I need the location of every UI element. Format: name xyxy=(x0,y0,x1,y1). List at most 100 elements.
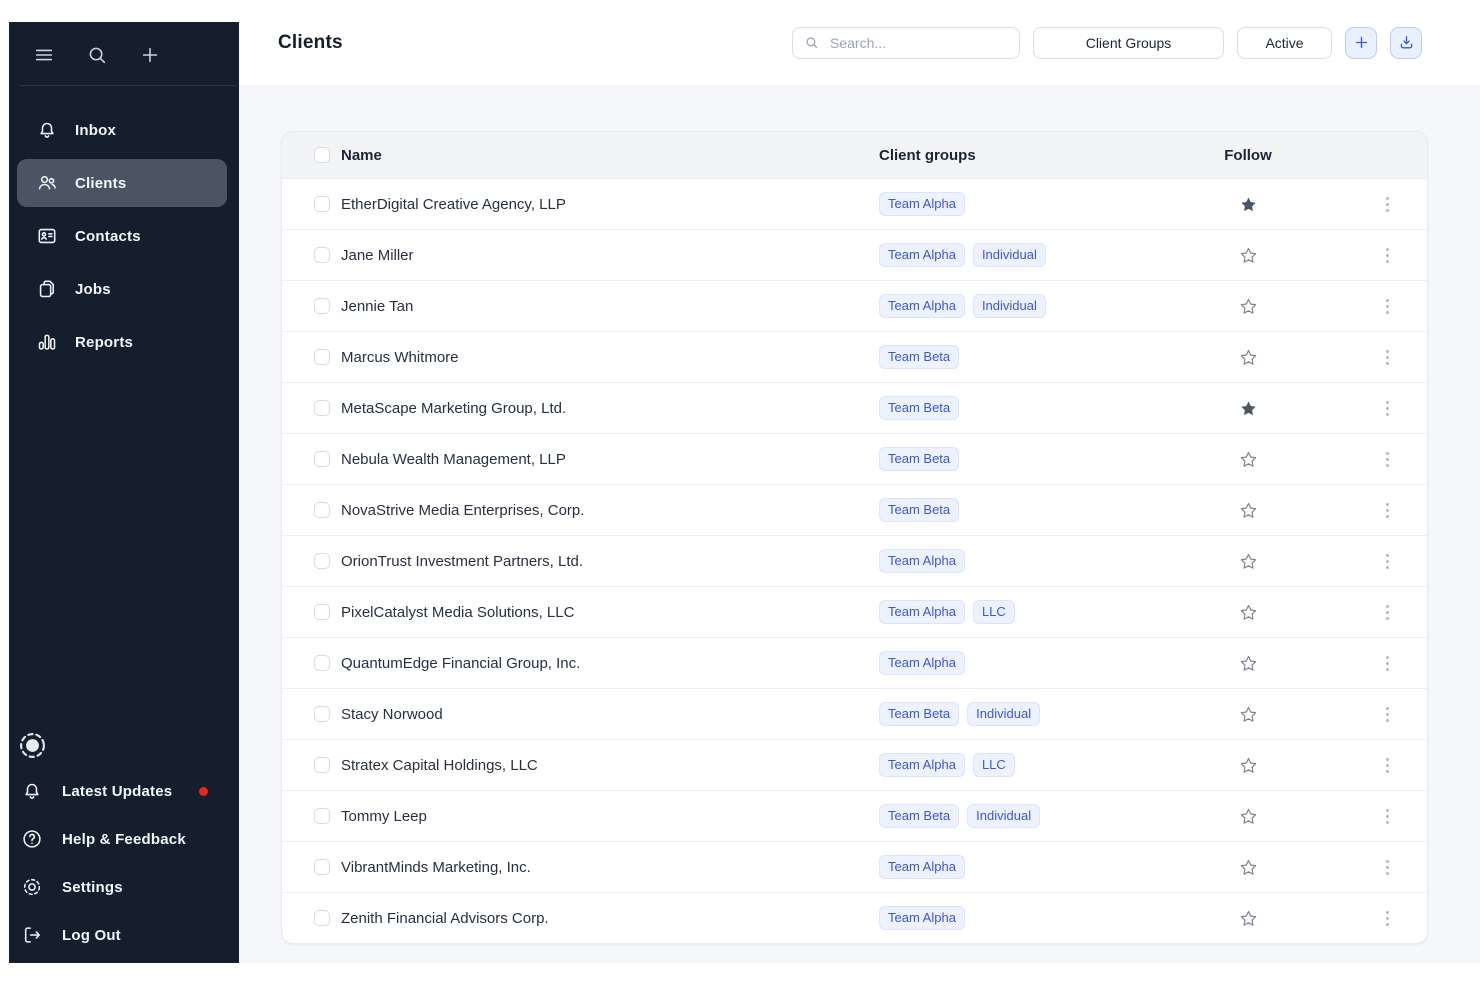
row-menu-button[interactable] xyxy=(1380,396,1395,421)
client-group-tag: Individual xyxy=(973,243,1046,267)
table-row[interactable]: EtherDigital Creative Agency, LLP Team A… xyxy=(282,178,1427,229)
sidebar-item-label: Settings xyxy=(62,879,123,896)
client-name: PixelCatalyst Media Solutions, LLC xyxy=(341,604,879,621)
star-icon xyxy=(1239,603,1258,622)
table-row[interactable]: Nebula Wealth Management, LLP Team Beta xyxy=(282,433,1427,484)
table-row[interactable]: NovaStrive Media Enterprises, Corp. Team… xyxy=(282,484,1427,535)
client-groups: Team Alpha LLC xyxy=(879,753,1133,777)
table-row[interactable]: Tommy Leep Team BetaIndividual xyxy=(282,790,1427,841)
row-checkbox[interactable] xyxy=(314,910,330,926)
table-row[interactable]: QuantumEdge Financial Group, Inc. Team A… xyxy=(282,637,1427,688)
row-menu-button[interactable] xyxy=(1380,651,1395,676)
sidebar-item-jobs[interactable]: Jobs xyxy=(17,265,227,313)
star-icon xyxy=(1239,450,1258,469)
client-group-tag: Team Alpha xyxy=(879,753,965,777)
row-checkbox[interactable] xyxy=(314,757,330,773)
row-menu-button[interactable] xyxy=(1380,243,1395,268)
sidebar-item-inbox[interactable]: Inbox xyxy=(17,106,227,154)
row-menu-button[interactable] xyxy=(1380,549,1395,574)
search-input[interactable] xyxy=(828,34,1008,52)
follow-star-button[interactable] xyxy=(1237,397,1260,420)
logout-icon xyxy=(21,924,43,946)
sidebar-item-log-out[interactable]: Log Out xyxy=(9,911,239,959)
table-row[interactable]: Marcus Whitmore Team Beta xyxy=(282,331,1427,382)
row-menu-button[interactable] xyxy=(1380,498,1395,523)
row-checkbox[interactable] xyxy=(314,349,330,365)
sidebar-item-help-feedback[interactable]: Help & Feedback xyxy=(9,815,239,863)
sidebar-item-clients[interactable]: Clients xyxy=(17,159,227,207)
client-group-tag: Team Beta xyxy=(879,447,959,471)
row-checkbox[interactable] xyxy=(314,655,330,671)
follow-star-button[interactable] xyxy=(1237,193,1260,216)
follow-star-button[interactable] xyxy=(1237,907,1260,930)
client-group-tag: LLC xyxy=(973,753,1015,777)
row-menu-button[interactable] xyxy=(1380,855,1395,880)
row-checkbox[interactable] xyxy=(314,553,330,569)
client-group-tag: Team Alpha xyxy=(879,192,965,216)
sidebar-item-reports[interactable]: Reports xyxy=(17,318,227,366)
follow-star-button[interactable] xyxy=(1237,601,1260,624)
table-row[interactable]: Zenith Financial Advisors Corp. Team Alp… xyxy=(282,892,1427,943)
export-button[interactable] xyxy=(1390,27,1422,59)
top-bar: Clients Client Groups Active xyxy=(239,0,1480,85)
follow-star-button[interactable] xyxy=(1237,805,1260,828)
sidebar-item-settings[interactable]: Settings xyxy=(9,863,239,911)
table-row[interactable]: Stacy Norwood Team BetaIndividual xyxy=(282,688,1427,739)
row-menu-button[interactable] xyxy=(1380,600,1395,625)
follow-star-button[interactable] xyxy=(1237,856,1260,879)
row-menu-button[interactable] xyxy=(1380,345,1395,370)
table-row[interactable]: VibrantMinds Marketing, Inc. Team Alpha xyxy=(282,841,1427,892)
follow-star-button[interactable] xyxy=(1237,703,1260,726)
row-checkbox[interactable] xyxy=(314,808,330,824)
row-checkbox[interactable] xyxy=(314,247,330,263)
sidebar-search-button[interactable] xyxy=(86,44,108,66)
select-all-checkbox[interactable] xyxy=(314,147,330,163)
sidebar-add-button[interactable] xyxy=(139,44,161,66)
row-menu-button[interactable] xyxy=(1380,804,1395,829)
follow-star-button[interactable] xyxy=(1237,295,1260,318)
star-icon xyxy=(1239,399,1258,418)
row-checkbox[interactable] xyxy=(314,502,330,518)
row-checkbox[interactable] xyxy=(314,298,330,314)
row-menu-button[interactable] xyxy=(1380,753,1395,778)
follow-star-button[interactable] xyxy=(1237,550,1260,573)
follow-star-button[interactable] xyxy=(1237,448,1260,471)
table-row[interactable]: MetaScape Marketing Group, Ltd. Team Bet… xyxy=(282,382,1427,433)
follow-star-button[interactable] xyxy=(1237,244,1260,267)
star-icon xyxy=(1239,246,1258,265)
row-menu-button[interactable] xyxy=(1380,192,1395,217)
row-checkbox[interactable] xyxy=(314,604,330,620)
client-groups: Team AlphaIndividual xyxy=(879,243,1133,267)
follow-star-button[interactable] xyxy=(1237,499,1260,522)
client-group-tag: Team Beta xyxy=(879,804,959,828)
status-indicator xyxy=(9,723,239,767)
contacts-icon xyxy=(36,225,58,247)
row-checkbox[interactable] xyxy=(314,451,330,467)
table-row[interactable]: OrionTrust Investment Partners, Ltd. Tea… xyxy=(282,535,1427,586)
row-menu-button[interactable] xyxy=(1380,294,1395,319)
row-menu-button[interactable] xyxy=(1380,447,1395,472)
follow-star-button[interactable] xyxy=(1237,754,1260,777)
client-name: Zenith Financial Advisors Corp. xyxy=(341,910,879,927)
follow-star-button[interactable] xyxy=(1237,652,1260,675)
row-checkbox[interactable] xyxy=(314,706,330,722)
client-groups: Team Alpha xyxy=(879,192,1133,216)
client-groups-button[interactable]: Client Groups xyxy=(1033,27,1224,59)
row-checkbox[interactable] xyxy=(314,400,330,416)
client-groups: Team Beta xyxy=(879,447,1133,471)
active-filter-button[interactable]: Active xyxy=(1237,27,1332,59)
add-client-button[interactable] xyxy=(1345,27,1377,59)
follow-star-button[interactable] xyxy=(1237,346,1260,369)
table-row[interactable]: Stratex Capital Holdings, LLC Team Alpha… xyxy=(282,739,1427,790)
table-row[interactable]: PixelCatalyst Media Solutions, LLC Team … xyxy=(282,586,1427,637)
row-menu-button[interactable] xyxy=(1380,906,1395,931)
sidebar-item-latest-updates[interactable]: Latest Updates xyxy=(9,767,239,815)
client-group-tag: Team Alpha xyxy=(879,549,965,573)
row-checkbox[interactable] xyxy=(314,859,330,875)
menu-button[interactable] xyxy=(33,44,55,66)
table-row[interactable]: Jane Miller Team AlphaIndividual xyxy=(282,229,1427,280)
table-row[interactable]: Jennie Tan Team AlphaIndividual xyxy=(282,280,1427,331)
row-menu-button[interactable] xyxy=(1380,702,1395,727)
sidebar-item-contacts[interactable]: Contacts xyxy=(17,212,227,260)
row-checkbox[interactable] xyxy=(314,196,330,212)
